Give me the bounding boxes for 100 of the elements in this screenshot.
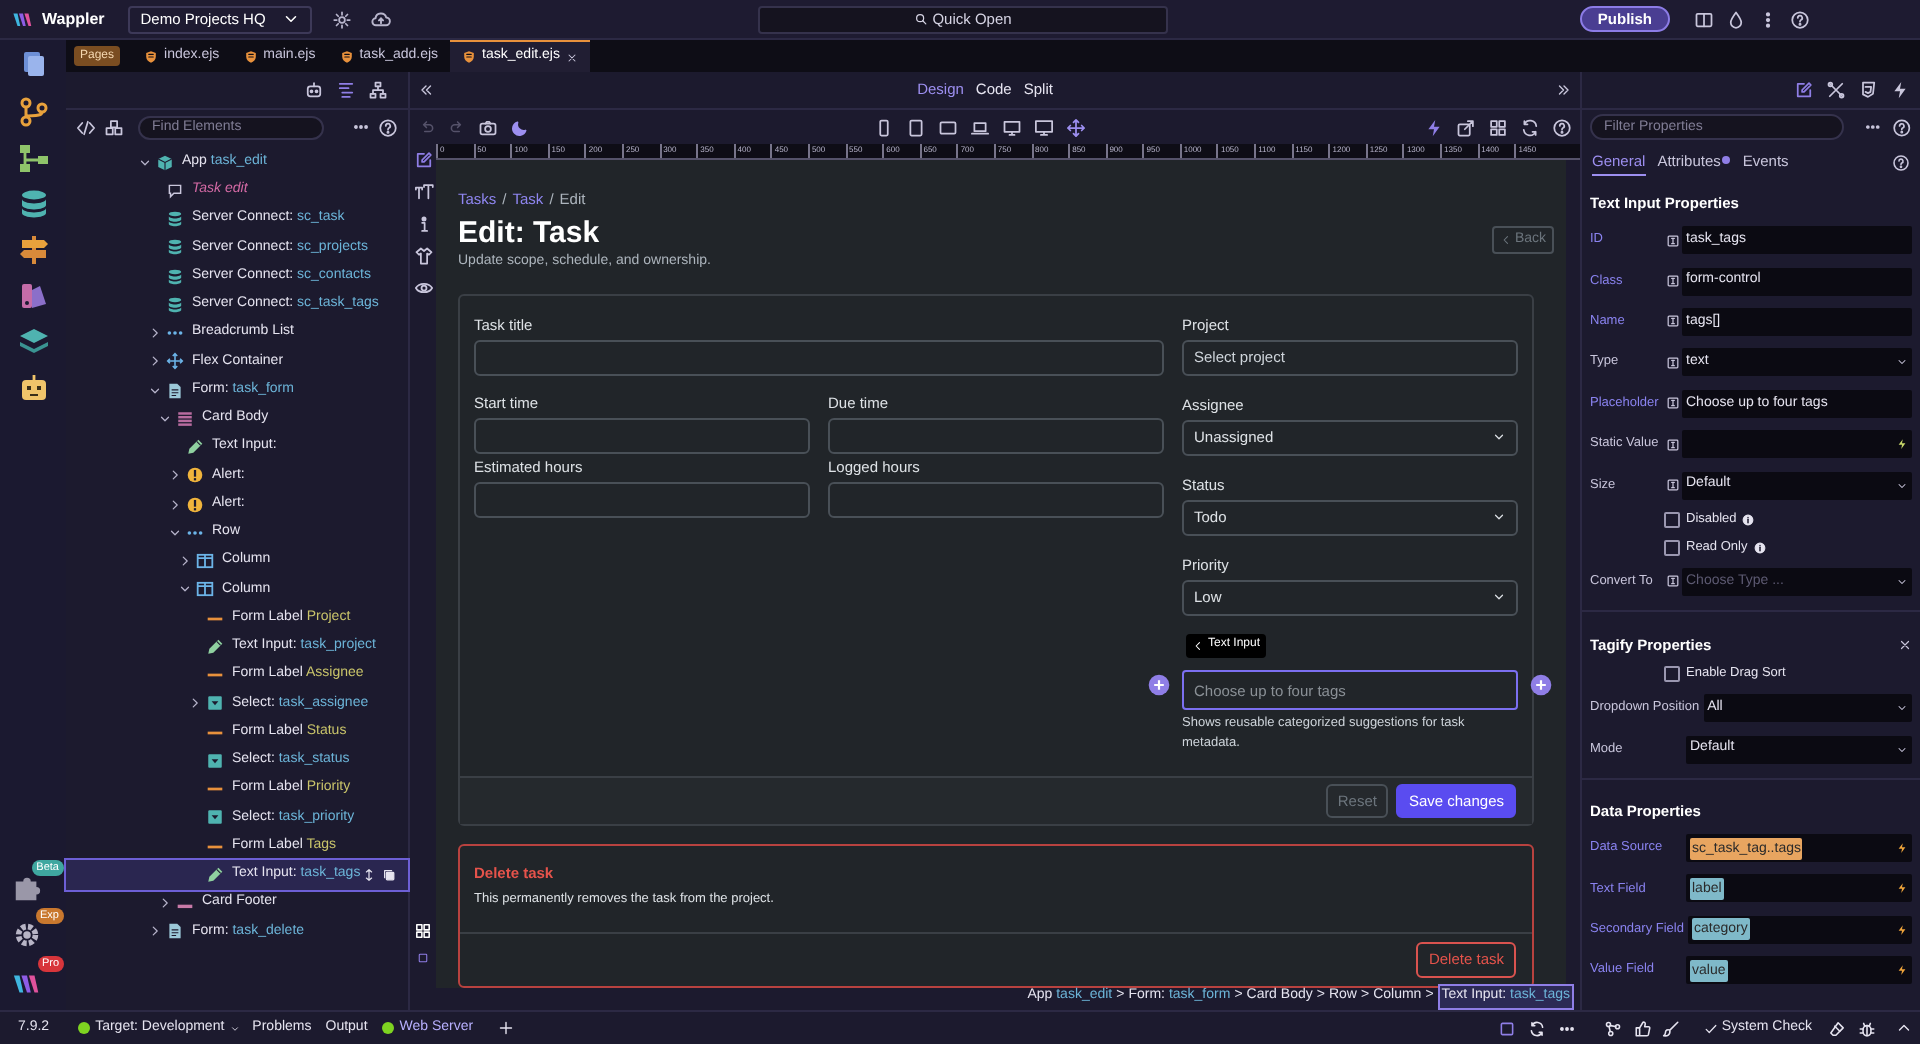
- data-picker-icon[interactable]: [1666, 233, 1680, 248]
- layers-icon[interactable]: [17, 326, 49, 358]
- checkbox[interactable]: [1664, 539, 1680, 556]
- signpost-icon[interactable]: [17, 234, 49, 266]
- input-field[interactable]: [828, 481, 1164, 518]
- bolt-icon[interactable]: [1896, 964, 1908, 977]
- data-picker-icon[interactable]: [1666, 274, 1680, 289]
- data-picker-icon[interactable]: [1666, 396, 1680, 411]
- edit-icon[interactable]: [1794, 80, 1814, 100]
- help-icon[interactable]: [1552, 117, 1572, 137]
- refresh-icon[interactable]: [1520, 117, 1540, 137]
- copy-icon[interactable]: [382, 867, 396, 882]
- add-icon[interactable]: [497, 1020, 514, 1036]
- laptop-icon[interactable]: [970, 117, 990, 137]
- checkbox[interactable]: [1664, 511, 1680, 528]
- chevron-down-icon[interactable]: [138, 155, 152, 170]
- collapse-right-icon[interactable]: [1556, 82, 1573, 98]
- tools-icon[interactable]: [1826, 80, 1846, 100]
- close-icon[interactable]: [1898, 637, 1912, 652]
- thumbs-up-icon[interactable]: [1633, 1019, 1652, 1037]
- checkbox[interactable]: [1664, 666, 1680, 683]
- frame-icon[interactable]: [414, 952, 432, 964]
- chevron-right-icon[interactable]: [148, 354, 162, 369]
- chevron-down-icon[interactable]: [168, 525, 182, 540]
- monitor-icon[interactable]: [1034, 117, 1054, 137]
- square-icon[interactable]: [1497, 1019, 1516, 1037]
- chevron-right-icon[interactable]: [178, 554, 192, 569]
- chevron-right-icon[interactable]: [168, 468, 182, 483]
- bolt-icon[interactable]: [1896, 923, 1908, 936]
- shirt-icon[interactable]: [413, 246, 433, 266]
- chevron-down-icon[interactable]: [148, 383, 162, 398]
- file-icon: [462, 50, 477, 64]
- puzzle-icon[interactable]: [11, 872, 41, 902]
- desktop-icon[interactable]: [1002, 117, 1022, 137]
- bolt-icon[interactable]: [1896, 882, 1908, 895]
- settings-icon[interactable]: [331, 9, 352, 29]
- edit-icon[interactable]: [413, 150, 433, 170]
- chevron-right-icon[interactable]: [188, 696, 202, 711]
- structure-icon[interactable]: [336, 80, 356, 100]
- palette-icon[interactable]: [17, 280, 49, 312]
- input-field[interactable]: [828, 417, 1164, 454]
- chevron-right-icon[interactable]: [148, 326, 162, 341]
- input-field[interactable]: [474, 417, 810, 454]
- add-icon: [1530, 673, 1552, 696]
- data-picker-icon[interactable]: [1666, 355, 1680, 370]
- drop-icon[interactable]: [1726, 9, 1746, 29]
- eye-icon[interactable]: [413, 278, 433, 298]
- phone-icon[interactable]: [874, 117, 894, 137]
- help-icon[interactable]: [1790, 9, 1810, 29]
- data-picker-icon[interactable]: [1666, 314, 1680, 329]
- share-icon[interactable]: [1456, 117, 1476, 137]
- camera-icon[interactable]: [478, 117, 498, 137]
- chevron-right-icon[interactable]: [148, 924, 162, 939]
- close-icon[interactable]: [565, 51, 578, 63]
- chevron-up-icon[interactable]: [1896, 1020, 1912, 1036]
- data-picker-icon[interactable]: [1666, 574, 1680, 589]
- tree-icon[interactable]: [368, 80, 388, 100]
- css-icon[interactable]: [1858, 80, 1878, 100]
- input-field[interactable]: [474, 481, 810, 518]
- help-icon[interactable]: [1892, 153, 1910, 171]
- cloud-upload-icon[interactable]: [369, 8, 392, 30]
- reorder-icon[interactable]: [362, 867, 376, 882]
- components-icon[interactable]: [104, 117, 124, 137]
- move-icon[interactable]: [1066, 117, 1086, 137]
- tree-icon[interactable]: [17, 142, 49, 174]
- chevron-right-icon[interactable]: [158, 896, 172, 911]
- bolt-icon[interactable]: [1896, 842, 1908, 855]
- moon-icon[interactable]: [510, 117, 530, 137]
- refresh-icon[interactable]: [1527, 1019, 1546, 1037]
- input-field[interactable]: [1682, 430, 1912, 459]
- database-icon[interactable]: [17, 188, 49, 220]
- info-icon[interactable]: [1742, 513, 1755, 526]
- data-picker-icon[interactable]: [1666, 478, 1680, 493]
- help-icon[interactable]: [1892, 117, 1912, 137]
- chevron-right-icon[interactable]: [168, 497, 182, 512]
- chevron-down-icon[interactable]: [178, 582, 192, 597]
- branch-icon[interactable]: [17, 96, 49, 128]
- panel-icon[interactable]: [1694, 9, 1714, 29]
- robot-icon[interactable]: [17, 372, 49, 404]
- caret-icon: [1492, 590, 1506, 605]
- bug-icon[interactable]: [1858, 1019, 1876, 1037]
- nodes-icon[interactable]: [1603, 1019, 1622, 1037]
- chevron-down-icon[interactable]: [158, 411, 172, 426]
- data-picker-icon[interactable]: [1666, 437, 1680, 452]
- info-icon[interactable]: [1753, 541, 1766, 554]
- gear-icon[interactable]: [11, 920, 41, 950]
- bolt-icon[interactable]: [1896, 438, 1908, 451]
- collapse-left-icon[interactable]: [418, 82, 434, 98]
- eraser-icon[interactable]: [1828, 1019, 1846, 1037]
- help-icon[interactable]: [378, 117, 398, 137]
- database-icon: [166, 238, 184, 257]
- input-field[interactable]: [474, 339, 1164, 376]
- grid-icon[interactable]: [414, 922, 432, 940]
- bolt-icon[interactable]: [1890, 80, 1910, 100]
- grid-icon[interactable]: [1488, 117, 1508, 137]
- text-size-icon[interactable]: [413, 182, 433, 202]
- code-icon[interactable]: [76, 117, 96, 137]
- brush-icon[interactable]: [1661, 1019, 1680, 1037]
- robot-icon[interactable]: [304, 80, 324, 100]
- bolt-icon[interactable]: [1424, 117, 1444, 137]
